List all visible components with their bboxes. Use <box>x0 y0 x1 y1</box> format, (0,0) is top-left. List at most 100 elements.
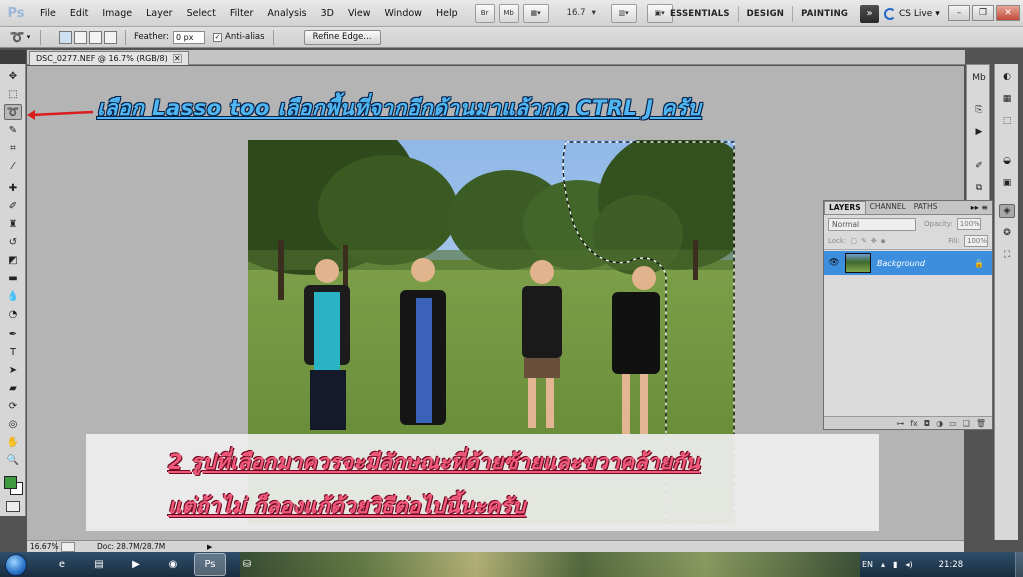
layers-panel-icon[interactable]: ◈ <box>999 204 1015 218</box>
photoshop-icon[interactable]: Ps <box>194 553 226 576</box>
3d-rotate-tool-icon[interactable]: ⟳ <box>4 398 22 414</box>
actions-panel-icon[interactable]: ▶ <box>971 125 987 139</box>
history-panel-icon[interactable]: ⎘ <box>971 103 987 117</box>
lock-position-icon[interactable]: ✥ <box>871 237 877 245</box>
lasso-tool-icon[interactable]: ➰ <box>4 104 22 120</box>
foreground-color-swatch[interactable] <box>4 476 17 489</box>
color-panel-icon[interactable]: ◐ <box>999 70 1015 84</box>
restore-button[interactable]: ❐ <box>972 5 994 21</box>
dodge-tool-icon[interactable]: ◔ <box>4 306 22 322</box>
menu-help[interactable]: Help <box>429 0 465 27</box>
layer-style-icon[interactable]: fx <box>910 419 918 428</box>
brush-panel-icon[interactable]: ✐ <box>971 159 987 173</box>
workspace-painting[interactable]: PAINTING <box>793 9 856 19</box>
clone-stamp-tool-icon[interactable]: ♜ <box>4 216 22 232</box>
show-desktop-button[interactable] <box>1015 552 1023 577</box>
tools-panel-header[interactable] <box>0 50 26 64</box>
network-icon[interactable]: ⛁ <box>231 553 263 576</box>
eyedropper-tool-icon[interactable]: ⁄ <box>4 158 22 174</box>
healing-brush-tool-icon[interactable]: ✚ <box>4 180 22 196</box>
arrange-documents-button[interactable]: ▥▾ <box>610 3 637 23</box>
language-indicator[interactable]: EN <box>862 560 873 569</box>
clone-source-panel-icon[interactable]: ⧉ <box>971 181 987 195</box>
close-icon[interactable]: ✕ <box>172 54 182 63</box>
styles-panel-icon[interactable]: ⬚ <box>999 114 1015 128</box>
adjustment-layer-icon[interactable]: ◑ <box>936 419 943 428</box>
menu-file[interactable]: File <box>33 0 63 27</box>
close-button[interactable]: ✕ <box>996 5 1020 21</box>
quick-mask-icon[interactable] <box>6 501 20 512</box>
ie-icon[interactable]: e <box>46 553 78 576</box>
swatches-panel-icon[interactable]: ▦ <box>999 92 1015 106</box>
tool-preset-picker[interactable]: ➰ ▾ <box>8 29 32 46</box>
tab-channels[interactable]: CHANNEL <box>866 201 910 214</box>
tab-paths[interactable]: PATHS <box>910 201 942 214</box>
tab-layers[interactable]: LAYERS <box>824 201 866 214</box>
masks-panel-icon[interactable]: ▣ <box>999 176 1015 190</box>
move-tool-icon[interactable]: ✥ <box>4 68 22 84</box>
start-button[interactable] <box>0 552 32 577</box>
adjustments-panel-icon[interactable]: ◒ <box>999 154 1015 168</box>
pen-tool-icon[interactable]: ✒ <box>4 326 22 342</box>
document-tab[interactable]: DSC_0277.NEF @ 16.7% (RGB/8) ✕ <box>29 51 189 65</box>
menu-select[interactable]: Select <box>180 0 223 27</box>
quick-selection-tool-icon[interactable]: ✎ <box>4 122 22 138</box>
zoom-level-select[interactable]: 16.7 ▾ <box>553 4 607 23</box>
status-zoom-field[interactable]: 16.67% <box>27 540 59 553</box>
panel-menu-icon[interactable]: ▸▸ ≡ <box>971 202 992 214</box>
explorer-icon[interactable]: ▤ <box>83 553 115 576</box>
path-selection-tool-icon[interactable]: ➤ <box>4 362 22 378</box>
menu-edit[interactable]: Edit <box>63 0 95 27</box>
blend-mode-select[interactable]: Normal <box>828 217 916 231</box>
shape-tool-icon[interactable]: ▰ <box>4 380 22 396</box>
visibility-eye-icon[interactable]: 👁 <box>827 258 841 268</box>
hand-tool-icon[interactable]: ✋ <box>4 434 22 450</box>
new-selection-button[interactable] <box>59 30 72 44</box>
status-menu-arrow[interactable]: ▶ <box>207 543 212 551</box>
cs-live-button[interactable]: CS Live ▾ <box>884 5 940 22</box>
history-brush-tool-icon[interactable]: ↺ <box>4 234 22 250</box>
view-extras-button[interactable]: ▦▾ <box>522 3 549 23</box>
photoshop-logo[interactable]: Ps <box>3 2 29 24</box>
fill-field[interactable]: 100% <box>964 235 988 247</box>
tray-expand-icon[interactable]: ▴ <box>881 560 885 569</box>
brush-tool-icon[interactable]: ✐ <box>4 198 22 214</box>
lock-transparent-icon[interactable]: ▢ <box>850 237 857 245</box>
mini-bridge-panel-icon[interactable]: Mb <box>971 71 987 85</box>
menu-filter[interactable]: Filter <box>223 0 261 27</box>
type-tool-icon[interactable]: T <box>4 344 22 360</box>
new-group-icon[interactable]: ▭ <box>949 419 957 428</box>
paths-panel-icon[interactable]: ⛶ <box>999 248 1015 262</box>
marquee-tool-icon[interactable]: ⬚ <box>4 86 22 102</box>
menu-image[interactable]: Image <box>95 0 139 27</box>
delete-layer-icon[interactable]: 🗑 <box>976 419 986 428</box>
zoom-tool-icon[interactable]: 🔍 <box>4 452 22 468</box>
workspace-design[interactable]: DESIGN <box>739 9 792 19</box>
menu-analysis[interactable]: Analysis <box>260 0 313 27</box>
tray-volume-icon[interactable]: ◂) <box>905 560 912 569</box>
bridge-button[interactable]: Br <box>474 3 495 23</box>
gradient-tool-icon[interactable]: ▬ <box>4 270 22 286</box>
workspace-essentials[interactable]: ESSENTIALS <box>662 9 738 19</box>
link-layers-icon[interactable]: ⊶ <box>896 419 904 428</box>
minimize-button[interactable]: – <box>948 5 970 21</box>
subtract-from-selection-button[interactable] <box>89 30 102 44</box>
lock-all-icon[interactable]: ▪ <box>881 237 886 245</box>
3d-orbit-tool-icon[interactable]: ◎ <box>4 416 22 432</box>
add-to-selection-button[interactable] <box>74 30 87 44</box>
workspace-more-button[interactable]: » <box>860 4 880 23</box>
menu-view[interactable]: View <box>341 0 378 27</box>
crop-tool-icon[interactable]: ⌗ <box>4 140 22 156</box>
opacity-field[interactable]: 100% <box>956 218 981 230</box>
eraser-tool-icon[interactable]: ◩ <box>4 252 22 268</box>
channels-panel-icon[interactable]: ❂ <box>999 226 1015 240</box>
mini-bridge-button[interactable]: Mb <box>498 3 519 23</box>
anti-alias-checkbox[interactable]: ✓ <box>213 32 223 42</box>
lock-image-icon[interactable]: ✎ <box>861 237 867 245</box>
menu-window[interactable]: Window <box>377 0 428 27</box>
layer-row-background[interactable]: 👁 Background 🔒 <box>824 251 992 275</box>
blur-tool-icon[interactable]: 💧 <box>4 288 22 304</box>
refine-edge-button[interactable]: Refine Edge... <box>303 29 381 45</box>
intersect-selection-button[interactable] <box>104 30 117 44</box>
feather-input[interactable]: 0 px <box>173 30 206 44</box>
